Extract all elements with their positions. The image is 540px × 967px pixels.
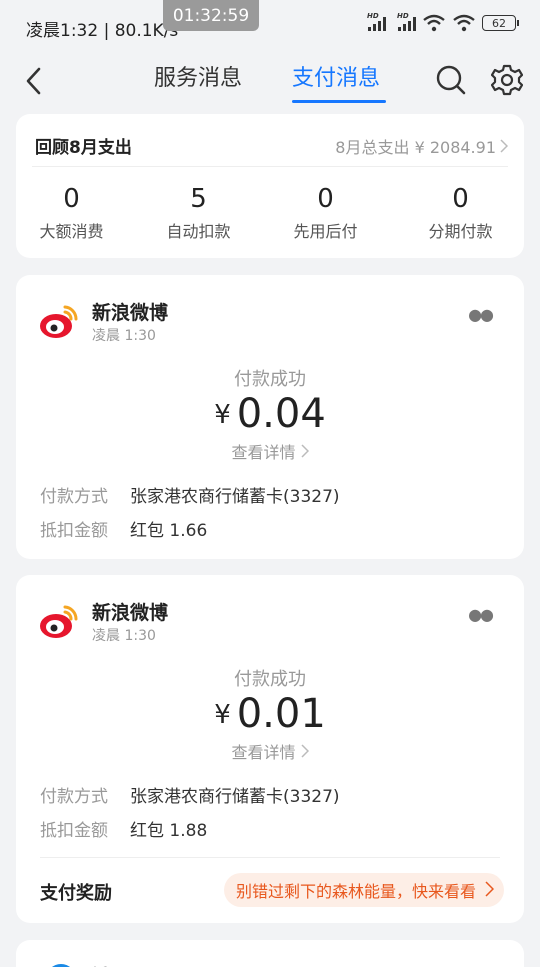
stat-value: 0: [63, 184, 80, 214]
status-bar: 凌晨1:32 | 80.1K/s 01:32:59 HD HD 62: [0, 0, 540, 56]
chevron-right-icon: [485, 881, 494, 897]
reward-text: 别错过剩下的森林能量，快来看看: [235, 882, 476, 901]
stat-value: 0: [452, 184, 469, 214]
stat-value: 5: [190, 184, 207, 214]
payment-reward-label: 支付奖励: [40, 883, 112, 904]
payment-time: 凌晨 1:30: [92, 328, 156, 344]
active-tab-indicator: [292, 100, 386, 103]
more-options-icon[interactable]: ●●: [468, 305, 494, 324]
stat-installments[interactable]: 0 分期付款: [397, 182, 524, 242]
weibo-logo-icon: [40, 305, 78, 338]
payment-method-row: 付款方式 张家港农商行储蓄卡(3327): [40, 482, 340, 507]
monthly-summary-card[interactable]: 回顾8月支出 8月总支出 ¥ 2084.91 0 大额消费 5 自动扣款 0 先…: [16, 114, 524, 258]
tab-payment-messages[interactable]: 支付消息: [292, 60, 380, 104]
row-value: 红包 1.88: [130, 821, 208, 841]
gear-icon[interactable]: [491, 64, 523, 96]
more-options-icon[interactable]: ●●: [468, 605, 494, 624]
weibo-logo-icon: [40, 605, 78, 638]
chevron-right-icon: [500, 139, 508, 153]
signal-1-icon: HD: [367, 12, 386, 31]
chevron-right-icon: [301, 744, 309, 758]
row-value: 张家港农商行储蓄卡(3327): [130, 787, 340, 807]
top-nav: 服务消息 支付消息: [0, 56, 540, 106]
row-key: 抵扣金额: [40, 521, 108, 541]
stat-pay-later[interactable]: 0 先用后付: [262, 182, 389, 242]
summary-total-text: 8月总支出 ¥ 2084.91: [335, 138, 496, 157]
divider: [32, 166, 508, 167]
battery-icon: 62: [482, 15, 519, 31]
status-time-speed: 凌晨1:32 | 80.1K/s: [26, 21, 179, 41]
stat-label: 分期付款: [428, 222, 493, 241]
stat-label: 大额消费: [39, 222, 104, 241]
view-details-label: 查看详情: [231, 443, 296, 462]
amount-value: 0.04: [236, 391, 326, 437]
view-details-link[interactable]: 查看详情: [16, 439, 524, 463]
search-icon[interactable]: [435, 64, 467, 96]
row-key: 付款方式: [40, 487, 108, 507]
row-value: 红包 1.66: [130, 521, 208, 541]
payment-amount: ¥0.04: [16, 391, 524, 437]
amount-value: 0.01: [236, 691, 326, 737]
wifi-icon: [423, 14, 445, 32]
divider: [40, 857, 500, 858]
payment-card[interactable]: 饿了: [16, 940, 524, 967]
tab-service-messages[interactable]: 服务消息: [154, 60, 242, 104]
stat-label: 自动扣款: [166, 222, 231, 241]
stat-label: 先用后付: [293, 222, 358, 241]
merchant-name: 新浪微博: [92, 602, 169, 624]
payment-amount: ¥0.01: [16, 691, 524, 737]
row-key: 抵扣金额: [40, 821, 108, 841]
status-icons: HD HD 62: [367, 12, 519, 32]
payment-method-row: 付款方式 张家港农商行储蓄卡(3327): [40, 782, 340, 807]
summary-title: 回顾8月支出: [35, 138, 132, 158]
merchant-name: 新浪微博: [92, 302, 169, 324]
view-details-link[interactable]: 查看详情: [16, 739, 524, 763]
payment-status: 付款成功: [234, 369, 306, 390]
forest-energy-reward-button[interactable]: 别错过剩下的森林能量，快来看看: [223, 873, 504, 907]
summary-total-link[interactable]: 8月总支出 ¥ 2084.91: [335, 134, 508, 158]
stat-large-spending[interactable]: 0 大额消费: [8, 182, 135, 242]
chevron-right-icon: [301, 444, 309, 458]
row-value: 张家港农商行储蓄卡(3327): [130, 487, 340, 507]
deduction-row: 抵扣金额 红包 1.88: [40, 816, 207, 841]
deduction-row: 抵扣金额 红包 1.66: [40, 516, 207, 541]
merchant-name: 饿了: [92, 962, 130, 967]
payment-time: 凌晨 1:30: [92, 628, 156, 644]
payment-card[interactable]: 新浪微博 凌晨 1:30 ●● 付款成功 ¥0.01 查看详情 付款方式 张家港农…: [16, 575, 524, 923]
currency-symbol: ¥: [214, 700, 231, 730]
battery-level: 62: [492, 16, 506, 30]
stat-auto-debit[interactable]: 5 自动扣款: [135, 182, 262, 242]
signal-2-icon: HD: [397, 12, 416, 31]
view-details-label: 查看详情: [231, 743, 296, 762]
back-arrow-icon[interactable]: [22, 64, 46, 98]
status-clock-overlay: 01:32:59: [163, 0, 259, 31]
row-key: 付款方式: [40, 787, 108, 807]
summary-stats: 0 大额消费 5 自动扣款 0 先用后付 0 分期付款: [16, 182, 524, 242]
payment-card[interactable]: 新浪微博 凌晨 1:30 ●● 付款成功 ¥0.04 查看详情 付款方式 张家港农…: [16, 275, 524, 559]
currency-symbol: ¥: [214, 400, 231, 430]
wifi-6-icon: [453, 14, 475, 32]
payment-status: 付款成功: [234, 669, 306, 690]
stat-value: 0: [317, 184, 334, 214]
